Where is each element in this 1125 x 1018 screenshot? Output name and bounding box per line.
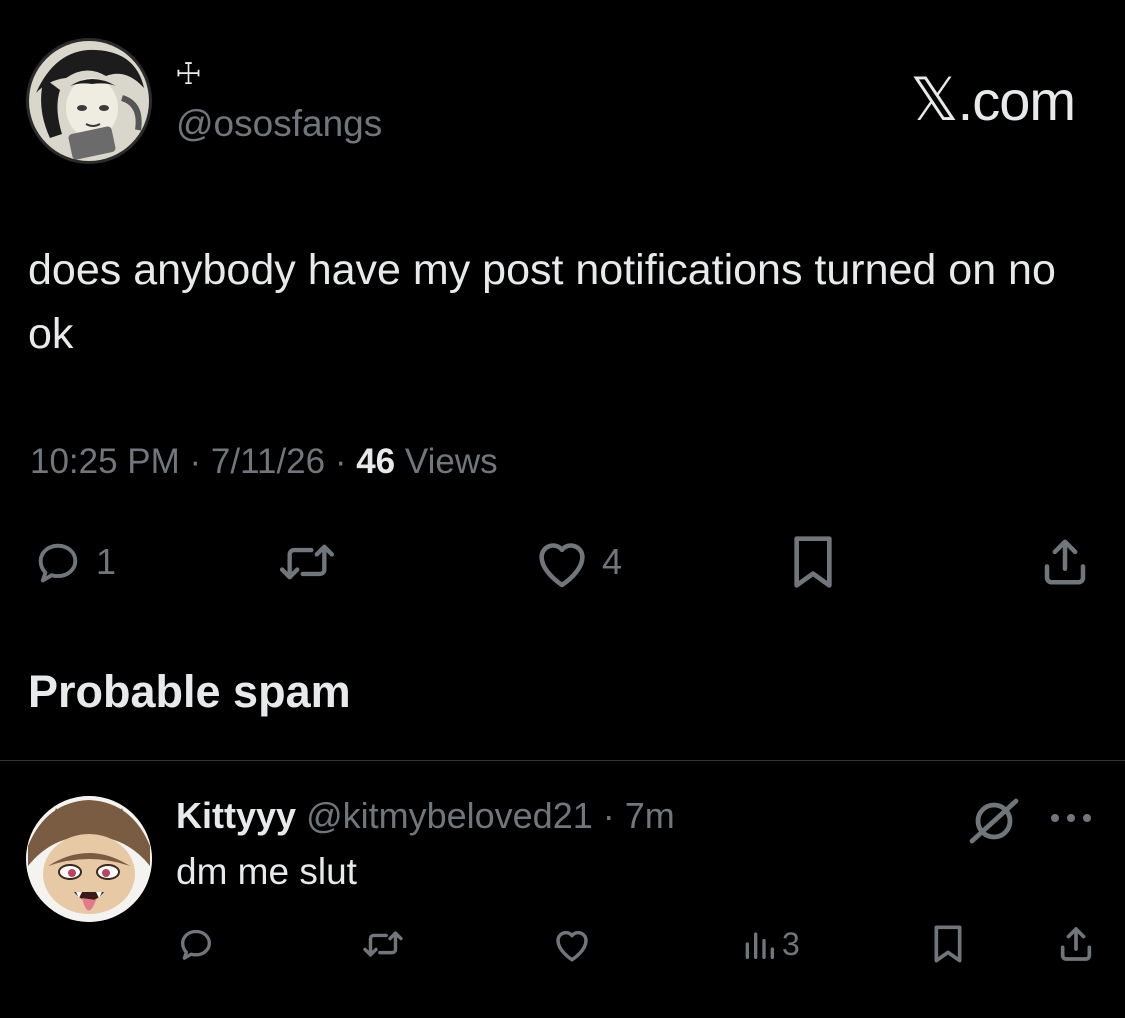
share-icon (1060, 927, 1092, 961)
more-button[interactable] (1046, 806, 1096, 835)
post-time[interactable]: 10:25 PM (30, 442, 180, 481)
divider (0, 760, 1125, 761)
reply-like-button[interactable] (551, 922, 593, 966)
reply-avatar[interactable] (26, 796, 152, 922)
reply-views-count: 3 (782, 925, 800, 962)
repost-button[interactable] (272, 534, 342, 590)
share-icon (1044, 539, 1086, 585)
section-title: Probable spam (28, 666, 351, 717)
reply-share-button[interactable] (1056, 922, 1096, 966)
views-label[interactable]: Views (405, 442, 498, 481)
bookmark-icon (934, 925, 962, 963)
author-handle[interactable]: @ososfangs (176, 102, 382, 146)
reply-bookmark-button[interactable] (930, 922, 966, 966)
reply-views-button[interactable]: 3 (742, 922, 800, 966)
heart-icon (556, 930, 588, 962)
reply-icon (181, 929, 211, 960)
bookmark-icon (794, 536, 832, 588)
reply-icon (38, 543, 78, 583)
like-count: 4 (602, 541, 623, 582)
reply-text: dm me slut (176, 851, 357, 892)
share-button[interactable] (1038, 534, 1092, 590)
grok-button[interactable] (966, 796, 1022, 851)
author-avatar-image (26, 38, 152, 164)
meta-separator: · (325, 442, 357, 481)
repost-icon (363, 931, 403, 957)
reply-count: 1 (96, 541, 117, 582)
post-meta: 10:25 PM · 7/11/26 · 46 Views (30, 440, 498, 484)
reply-separator: · (592, 795, 625, 836)
views-count[interactable]: 46 (356, 442, 395, 481)
post-text: does anybody have my post notifications … (28, 246, 1056, 358)
more-icon (1051, 814, 1091, 822)
like-button[interactable]: 4 (530, 534, 622, 590)
reply-button[interactable]: 1 (30, 534, 116, 590)
author-display-name[interactable]: ☩ (175, 60, 202, 90)
reply-repost-button[interactable] (358, 922, 408, 966)
repost-icon (279, 544, 335, 580)
reply-display-name[interactable]: Kittyyy (176, 795, 296, 836)
reply-header: Kittyyy @kitmybeloved21 · 7m (176, 794, 675, 838)
meta-separator: · (179, 442, 211, 481)
brand-logo: 𝕏.com (910, 66, 1076, 133)
post-date[interactable]: 7/11/26 (211, 442, 325, 481)
x-logo-icon: 𝕏 (910, 66, 958, 133)
reply-handle[interactable]: @kitmybeloved21 (306, 795, 593, 836)
bookmark-button[interactable] (788, 534, 838, 590)
views-icon (745, 932, 774, 959)
author-avatar[interactable] (26, 38, 152, 164)
reply-avatar-image (26, 796, 152, 922)
reply-time[interactable]: 7m (625, 795, 675, 836)
grok-icon (969, 798, 1019, 844)
reply-reply-button[interactable] (176, 922, 216, 966)
brand-domain: .com (957, 69, 1076, 132)
heart-icon (539, 543, 585, 588)
